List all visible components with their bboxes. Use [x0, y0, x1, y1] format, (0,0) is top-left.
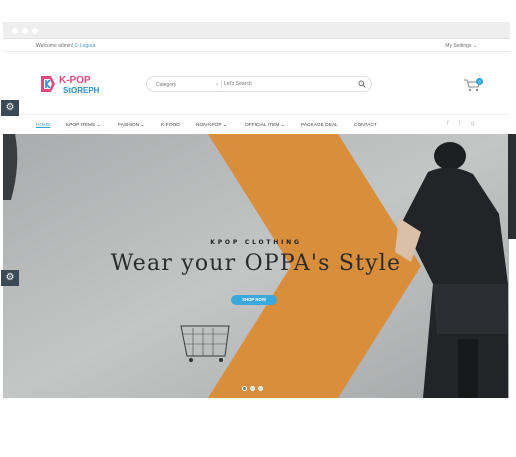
window-dot-maximize[interactable] — [32, 28, 38, 34]
top-bar: Welcome admin! ⏻ Logout My Settings ⌄ — [3, 39, 510, 52]
facebook-icon[interactable]: f — [447, 121, 449, 127]
logo-text-top: K-POP — [59, 75, 91, 86]
main-navigation: HOME KPOP ITEMS ⌄ FASHION ⌄ K-FOOD NON-K… — [3, 114, 510, 134]
hero-subtitle: KPOP CLOTHING — [210, 239, 302, 246]
search-input[interactable] — [224, 78, 354, 90]
hero-right-edge — [508, 134, 516, 239]
nav-item-k-food[interactable]: K-FOOD — [161, 123, 180, 128]
slider-dot-3[interactable] — [258, 386, 263, 391]
logout-link[interactable]: ⏻ Logout — [75, 43, 96, 49]
cart-count-badge: 0 — [476, 78, 483, 85]
instagram-icon[interactable]: o — [471, 121, 474, 127]
slider-dot-1[interactable] — [242, 386, 247, 391]
nav-item-official-item[interactable]: OFFICIAL ITEM ⌄ — [245, 123, 285, 128]
chevron-down-icon: ⌄ — [472, 43, 477, 49]
category-select[interactable]: Category — [156, 82, 176, 88]
nav-item-fashion[interactable]: FASHION ⌄ — [118, 123, 144, 128]
nav-item-home[interactable]: HOME — [36, 123, 50, 128]
slider-dot-2[interactable] — [250, 386, 255, 391]
logout-label: Logout — [79, 43, 96, 49]
search-bar: Category ⌄ — [146, 76, 372, 92]
nav-item-contact[interactable]: CONTACT — [354, 123, 377, 128]
nav-item-kpop-items[interactable]: KPOP ITEMS ⌄ — [66, 123, 101, 128]
my-settings-dropdown[interactable]: My Settings ⌄ — [445, 43, 477, 49]
hero-title: Wear your OPPA's Style — [110, 251, 402, 276]
chevron-down-icon[interactable]: ⌄ — [215, 81, 219, 87]
nav-item-package-deal[interactable]: PACKAGE DEAL — [301, 123, 338, 128]
twitter-icon[interactable]: t — [459, 121, 461, 127]
site-header: K-POP StOREPH Category ⌄ 0 — [3, 52, 510, 112]
site-logo[interactable]: K-POP StOREPH — [39, 73, 125, 95]
browser-toolbar — [3, 22, 510, 39]
gear-icon[interactable]: ⚙ — [1, 270, 19, 286]
shop-now-button[interactable]: SHOP NOW — [231, 295, 277, 305]
hero-slider: KPOP CLOTHING Wear your OPPA's Style SHO… — [3, 134, 509, 398]
logo-text-bottom: StOREPH — [63, 86, 100, 95]
gear-icon[interactable]: ⚙ — [1, 100, 19, 116]
nav-item-non-kpop[interactable]: NON-KPOP ⌄ — [196, 123, 227, 128]
welcome-text: Welcome admin! — [36, 43, 74, 49]
search-divider — [221, 80, 222, 89]
window-dot-close[interactable] — [12, 28, 18, 34]
window-dot-minimize[interactable] — [22, 28, 28, 34]
settings-label: My Settings — [445, 43, 472, 49]
search-icon[interactable] — [358, 80, 366, 88]
welcome-area: Welcome admin! ⏻ Logout — [36, 43, 95, 49]
